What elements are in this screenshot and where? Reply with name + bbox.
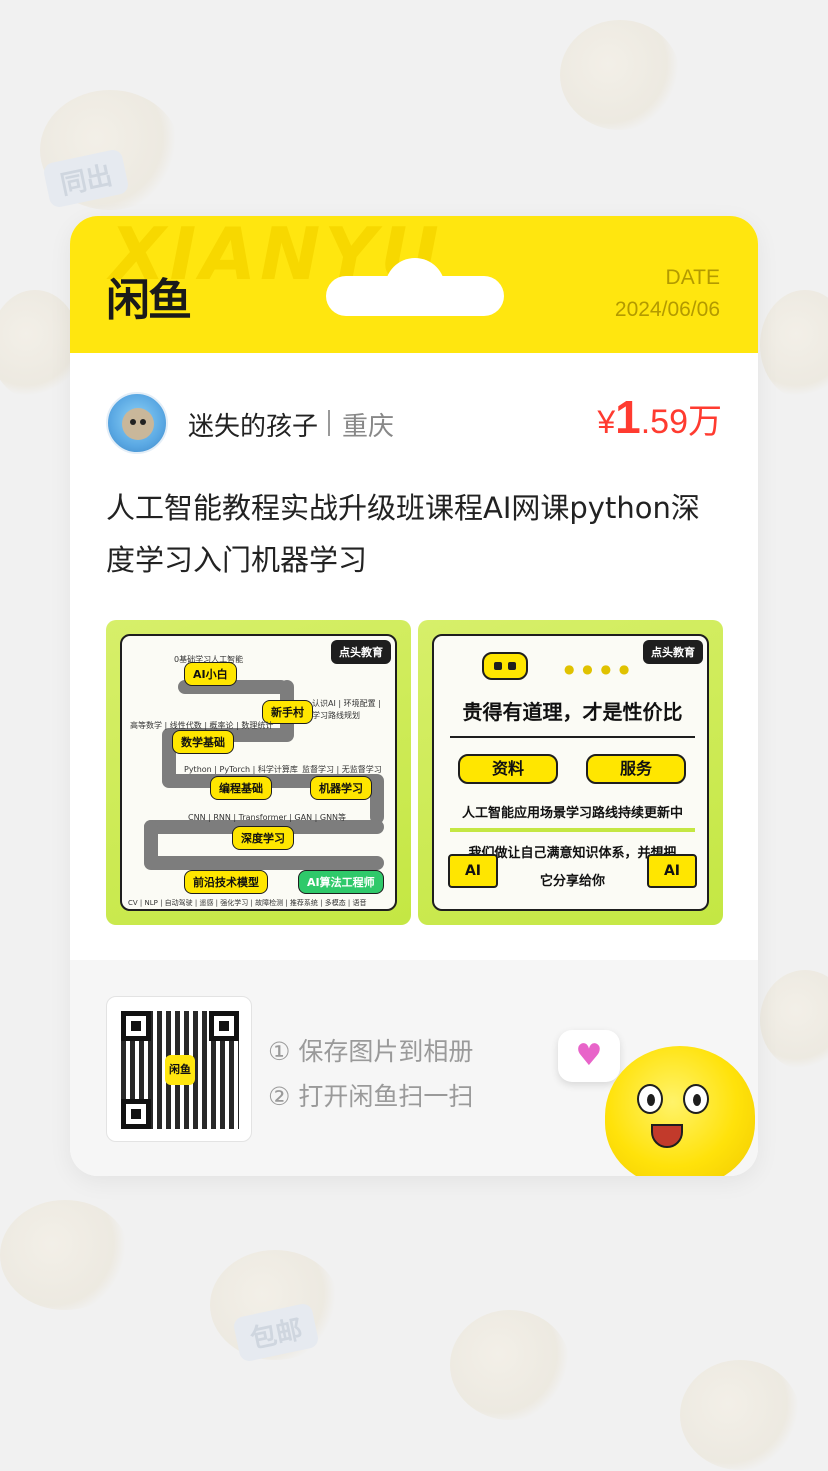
- road-segment: [144, 856, 384, 870]
- stage-frontier: 前沿技术模型: [184, 870, 268, 894]
- dl-note: CNN | RNN | Transformer | GAN | GNN等: [188, 813, 347, 822]
- background-mascot: [0, 290, 80, 400]
- promo-line-1: 人工智能应用场景学习路线持续更新中: [461, 806, 683, 821]
- instruction-step-1: ① 保存图片到相册: [268, 1037, 474, 1066]
- mascot-mouth: [651, 1124, 683, 1148]
- stage-programming: 编程基础: [210, 776, 272, 800]
- stage-ml: 机器学习: [310, 776, 372, 800]
- promo-headline: 贵得有道理，才是性价比: [462, 700, 683, 724]
- newbie-note: 学习路线规划: [312, 711, 360, 720]
- chip-materials: 资料: [458, 754, 558, 784]
- qr-logo: 闲鱼: [165, 1055, 195, 1085]
- seller-location: 重庆: [342, 412, 395, 442]
- dots-decoration: ● ● ● ●: [564, 662, 632, 676]
- background-mascot: [760, 970, 828, 1070]
- seller-row: 迷失的孩子 重庆 ¥1.59万: [106, 390, 722, 454]
- price-currency: ¥: [597, 404, 616, 440]
- qr-finder: [209, 1011, 239, 1041]
- roadmap-panel: 点头教育 0基础学习人工智能 AI小白 新手村 认识AI | 环境配置 | 学习…: [120, 634, 397, 911]
- header-pill: [326, 258, 504, 316]
- date-value: 2024/06/06: [614, 298, 720, 321]
- price-decimal: .59: [640, 403, 688, 441]
- mascot-eye: [637, 1084, 663, 1114]
- share-card: XIANYU 闲鱼 DATE 2024/06/06 迷失的孩子 重庆 ¥1.59…: [70, 216, 758, 1176]
- card-footer: 闲鱼 ① 保存图片到相册 ② 打开闲鱼扫一扫 ♥: [70, 960, 758, 1176]
- price-unit: 万: [688, 403, 722, 441]
- date-label: DATE: [665, 266, 720, 289]
- newbie-note: 认识AI | 环境配置 |: [312, 699, 381, 708]
- mascot-eye: [683, 1084, 709, 1114]
- listing-image-promo[interactable]: ● ● ● ● 点头教育 贵得有道理，才是性价比 资料 服务 人工智能应用场景学…: [418, 620, 723, 925]
- background-mascot: [450, 1310, 570, 1420]
- background-mascot: [0, 1200, 130, 1310]
- background-mascot: [680, 1360, 800, 1470]
- applications-note: CV | NLP | 自动驾驶 | 遥感 | 强化学习 | 故障检测 | 推荐系…: [128, 899, 367, 907]
- qr-code[interactable]: 闲鱼: [106, 996, 252, 1142]
- stage-engineer: AI算法工程师: [298, 870, 384, 894]
- robot-icon: [482, 652, 528, 680]
- background-mascot: [560, 20, 680, 130]
- avatar[interactable]: [106, 392, 168, 454]
- seller-divider: [328, 410, 330, 436]
- xianyu-logo: 闲鱼: [106, 275, 192, 326]
- stage-math: 数学基础: [172, 730, 234, 754]
- laptop-icon: AI: [647, 854, 697, 888]
- programming-note: Python | PyTorch | 科学计算库: [184, 765, 298, 774]
- mascot-icon: [605, 1046, 755, 1176]
- stage-dl: 深度学习: [232, 826, 294, 850]
- promo-panel: ● ● ● ● 点头教育 贵得有道理，才是性价比 资料 服务 人工智能应用场景学…: [432, 634, 709, 911]
- heart-icon: ♥: [558, 1030, 620, 1082]
- instruction-step-2: ② 打开闲鱼扫一扫: [268, 1082, 474, 1111]
- background-mascot: [760, 290, 828, 400]
- ml-note: 监督学习 | 无监督学习: [302, 765, 382, 774]
- stage-ai-beginner: AI小白: [184, 662, 237, 686]
- listing-image-roadmap[interactable]: 点头教育 0基础学习人工智能 AI小白 新手村 认识AI | 环境配置 | 学习…: [106, 620, 411, 925]
- seller-name[interactable]: 迷失的孩子: [188, 406, 318, 443]
- road-segment: [370, 774, 384, 824]
- promo-underline: [450, 828, 695, 832]
- brand-tag: 点头教育: [643, 640, 703, 664]
- qr-finder: [121, 1011, 151, 1041]
- card-header: XIANYU 闲鱼 DATE 2024/06/06: [70, 216, 758, 353]
- brand-tag: 点头教育: [331, 640, 391, 664]
- price: ¥1.59万: [597, 390, 722, 444]
- avatar-face-icon: [122, 408, 154, 440]
- promo-divider: [450, 736, 695, 738]
- listing-title: 人工智能教程实战升级班课程AI网课python深度学习入门机器学习: [106, 491, 700, 577]
- price-integer: 1: [615, 391, 641, 443]
- chip-service: 服务: [586, 754, 686, 784]
- qr-finder: [121, 1099, 151, 1129]
